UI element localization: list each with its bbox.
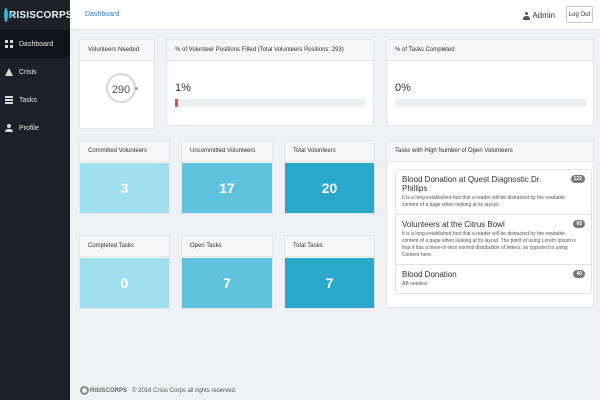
open-tasks-panel: Open Tasks 7 xyxy=(181,235,273,309)
logo-text: RISISCORPS xyxy=(9,9,73,21)
panel-title: Committed Volunteers xyxy=(80,141,169,162)
gauge-marker-icon xyxy=(135,87,138,90)
sidebar-item-profile[interactable]: Profile xyxy=(0,114,70,142)
logo-mark-icon xyxy=(80,386,89,395)
panel-title: Open Tasks xyxy=(182,236,272,257)
open-tasks-value: 7 xyxy=(182,258,272,308)
panel-title: Uncommitted Volunteers xyxy=(182,141,272,162)
tasks-completed-progress xyxy=(395,99,586,107)
volunteers-needed-gauge: 290 xyxy=(106,73,138,103)
footer-logo: RISISCORPS xyxy=(80,386,127,395)
completed-tasks-panel: Completed Tasks 0 xyxy=(79,235,170,309)
completed-tasks-value: 0 xyxy=(80,258,169,308)
logout-button[interactable]: Log Out xyxy=(566,6,593,23)
panel-title: % of Volunteer Positions Filled (Total V… xyxy=(167,40,373,61)
sidebar-item-label: Tasks xyxy=(19,96,37,104)
brand-logo[interactable]: RISISCORPS xyxy=(0,0,73,30)
list-icon xyxy=(5,96,13,104)
open-tasks-list-panel: Tasks with High Number of Open Volunteer… xyxy=(386,140,594,308)
task-description: It is a long established fact that a rea… xyxy=(402,231,576,258)
panel-title: Completed Tasks xyxy=(80,236,169,257)
task-title: Volunteers at the Citrus Bowl xyxy=(402,220,505,229)
sidebar-item-label: Dashboard xyxy=(19,40,54,48)
list-item[interactable]: Blood Donation at Quest Diagnostic Dr. P… xyxy=(396,170,591,215)
panel-title: % of Tasks Completed xyxy=(387,40,593,61)
alert-icon xyxy=(5,68,13,76)
panel-title: Volunteers Needed xyxy=(80,40,154,61)
positions-filled-panel: % of Volunteer Positions Filled (Total V… xyxy=(166,39,374,126)
task-title: Blood Donation at Quest Diagnostic Dr. P… xyxy=(402,175,542,193)
sidebar: RISISCORPS Dashboard Crisis Tasks Profil… xyxy=(0,0,73,400)
uncommitted-volunteers-value: 17 xyxy=(182,163,272,213)
tasks-completed-percent: 0% xyxy=(395,82,411,94)
footer-logo-text: RISISCORPS xyxy=(90,387,128,394)
positions-filled-percent: 1% xyxy=(175,82,191,94)
task-title: Blood Donation xyxy=(402,270,457,279)
task-description: It is a long established fact that a rea… xyxy=(402,195,565,208)
task-list: Blood Donation at Quest Diagnostic Dr. P… xyxy=(395,169,592,294)
list-item[interactable]: Volunteers at the Citrus Bowl 65 It is a… xyxy=(396,215,591,265)
list-item[interactable]: Blood Donation 40 AB needed xyxy=(396,265,591,293)
open-count-badge: 122 xyxy=(570,175,585,183)
committed-volunteers-panel: Committed Volunteers 3 xyxy=(79,140,170,214)
sidebar-item-crisis[interactable]: Crisis xyxy=(0,58,70,86)
open-count-badge: 40 xyxy=(573,270,585,278)
volunteers-needed-panel: Volunteers Needed 290 xyxy=(79,39,155,129)
panel-title: Total Volunteers xyxy=(285,141,374,162)
sidebar-item-tasks[interactable]: Tasks xyxy=(0,86,70,114)
panel-title: Total Tasks xyxy=(285,236,374,257)
panel-title: Tasks with High Number of Open Volunteer… xyxy=(387,141,593,162)
total-volunteers-value: 20 xyxy=(285,163,374,213)
sidebar-item-label: Profile xyxy=(19,124,39,132)
footer: RISISCORPS © 2016 Crisis Corps all right… xyxy=(80,386,235,395)
user-icon xyxy=(523,11,531,20)
open-count-badge: 65 xyxy=(573,220,585,228)
committed-volunteers-value: 3 xyxy=(80,163,169,213)
logo-mark-icon xyxy=(4,8,13,22)
uncommitted-volunteers-panel: Uncommitted Volunteers 17 xyxy=(181,140,273,214)
grid-icon xyxy=(5,40,13,48)
topbar: Dashboard Admin Log Out xyxy=(70,0,600,30)
volunteers-needed-value: 290 xyxy=(111,84,131,96)
user-menu[interactable]: Admin xyxy=(523,11,555,20)
sidebar-item-dashboard[interactable]: Dashboard xyxy=(0,30,70,58)
tasks-completed-panel: % of Tasks Completed 0% xyxy=(386,39,594,126)
sidebar-item-label: Crisis xyxy=(19,68,37,76)
user-name: Admin xyxy=(532,11,555,20)
total-volunteers-panel: Total Volunteers 20 xyxy=(284,140,375,214)
copyright-text: © 2016 Crisis Corps all rights reserved xyxy=(132,387,235,394)
breadcrumb[interactable]: Dashboard xyxy=(85,11,119,18)
task-description: AB needed xyxy=(402,281,427,287)
positions-filled-progress xyxy=(175,99,366,107)
total-tasks-value: 7 xyxy=(285,258,374,308)
progress-fill xyxy=(175,99,178,107)
total-tasks-panel: Total Tasks 7 xyxy=(284,235,375,309)
user-icon xyxy=(5,124,13,132)
